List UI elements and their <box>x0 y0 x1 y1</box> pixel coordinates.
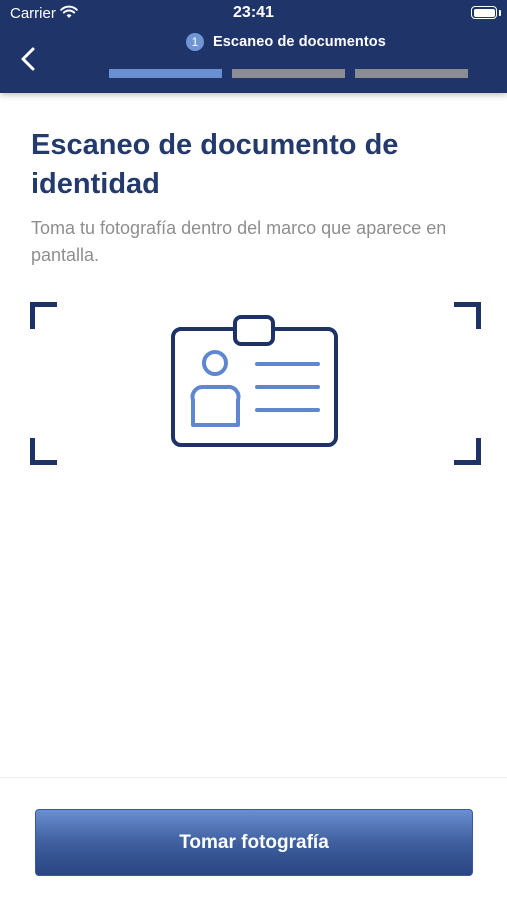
back-button[interactable] <box>14 42 46 76</box>
instructions-text: Toma tu fotografía dentro del marco que … <box>31 218 447 265</box>
scan-frame-bottom-right-corner <box>454 438 481 465</box>
progress-step-3 <box>355 69 468 78</box>
step-number-badge: 1 <box>186 33 204 51</box>
step-indicator: 1 Escaneo de documentos <box>186 32 386 52</box>
progress-step-2 <box>232 69 345 78</box>
id-card-icon <box>171 315 338 447</box>
status-time: 23:41 <box>233 4 274 21</box>
page-title: Escaneo de documento de identidad <box>31 129 399 200</box>
take-photo-button[interactable]: Tomar fotografía <box>35 809 473 876</box>
scan-frame-top-left-corner <box>30 302 57 329</box>
battery-cap <box>499 10 501 16</box>
step-title: Escaneo de documentos <box>213 34 386 50</box>
battery-icon <box>471 6 497 19</box>
status-bar: Carrier 23:41 <box>0 0 507 28</box>
scan-frame-top-right-corner <box>454 302 481 329</box>
chevron-left-icon <box>21 47 35 71</box>
app-header: Carrier 23:41 1 Escaneo de documentos <box>0 0 507 93</box>
progress-step-1 <box>109 69 222 78</box>
scan-frame-bottom-left-corner <box>30 438 57 465</box>
